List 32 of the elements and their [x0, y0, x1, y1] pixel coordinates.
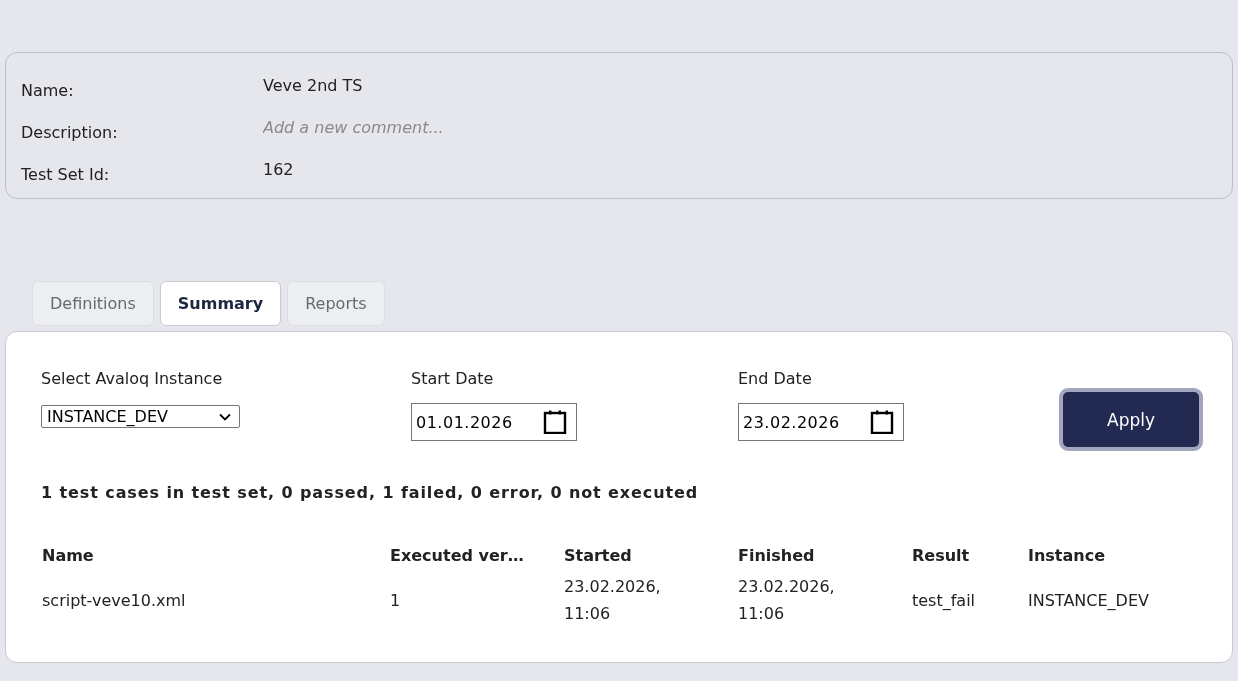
field-label: Name:	[21, 80, 74, 102]
calendar-icon[interactable]	[870, 410, 894, 434]
column-header: Result	[912, 545, 970, 567]
column-header: Started	[564, 545, 632, 567]
field-value: 162	[263, 159, 294, 181]
table-cell-text: INSTANCE_DEV	[1028, 589, 1149, 612]
chevron-down-icon	[219, 412, 231, 421]
field-label: Description:	[21, 122, 118, 144]
column-header: Executed ver…	[390, 545, 524, 567]
instance-label: Select Avaloq Instance	[41, 368, 223, 390]
column-header: Instance	[1028, 545, 1106, 567]
field-value: Veve 2nd TS	[263, 75, 363, 97]
tab[interactable]: Definitions	[32, 281, 154, 326]
table-cell-text: 1	[390, 589, 401, 612]
apply-button[interactable]: Apply	[1059, 388, 1203, 451]
column-header: Name	[42, 545, 94, 567]
tab[interactable]: Summary	[159, 281, 282, 326]
table-cell-text: 23.02.2026, 11:06	[564, 576, 662, 625]
calendar-icon[interactable]	[543, 410, 567, 434]
instance-select[interactable]: INSTANCE_DEV	[41, 405, 240, 428]
table-cell-text: 23.02.2026, 11:06	[738, 576, 836, 625]
column-header: Finished	[738, 545, 815, 567]
start-date-field[interactable]: 01.01.2026	[411, 403, 577, 441]
comment-input[interactable]: Add a new comment...	[263, 116, 583, 140]
tab[interactable]: Reports	[287, 281, 385, 326]
field-label: Test Set Id:	[21, 164, 110, 186]
end-date-label: End Date	[738, 368, 812, 390]
table-cell-text: script-veve10.xml	[42, 589, 186, 612]
end-date-field[interactable]: 23.02.2026	[738, 403, 904, 441]
start-date-label: Start Date	[411, 368, 494, 390]
table-cell-text: test_fail	[912, 589, 976, 612]
summary-text: 1 test cases in test set, 0 passed, 1 failed, 0 error, 0 not executed	[41, 482, 699, 504]
